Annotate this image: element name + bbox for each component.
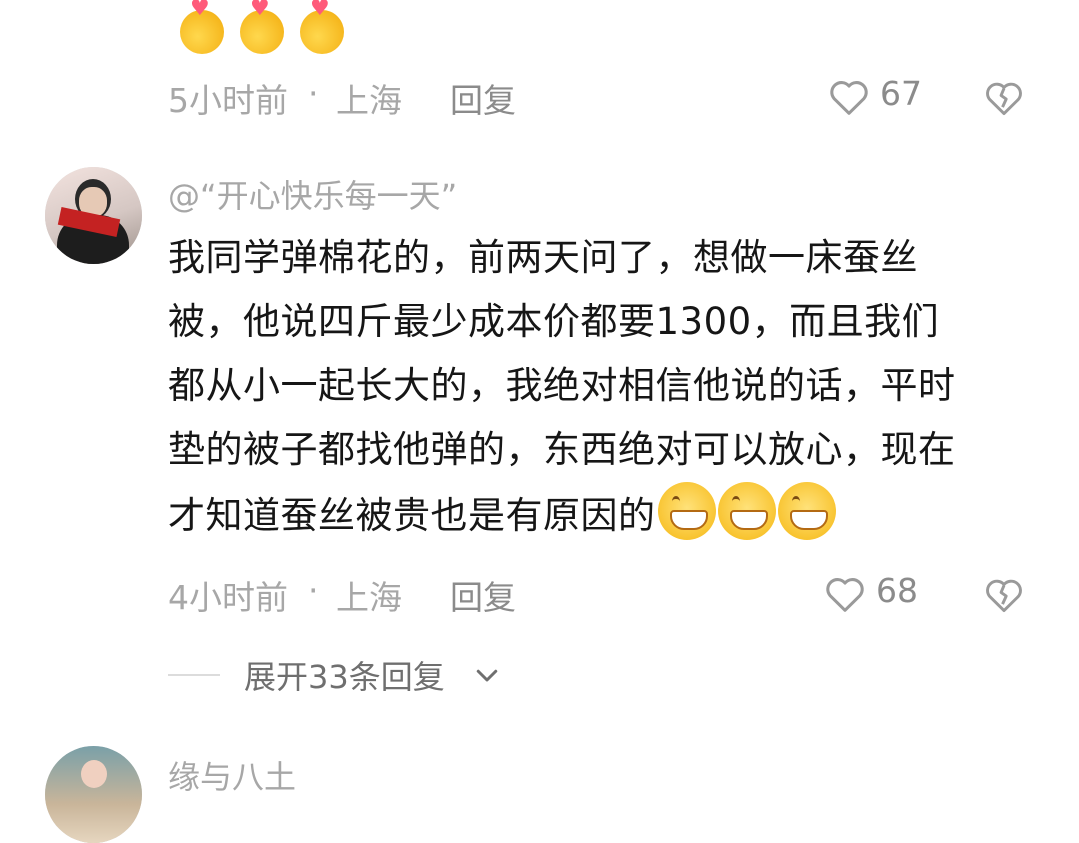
- comment-meta-row: 4小时前 · 上海 回复 68: [168, 571, 1068, 617]
- heart-hands-emoji: [240, 0, 284, 54]
- like-count: 68: [876, 571, 918, 610]
- comment-line: 才知道蚕丝被贵也是有原因的: [168, 494, 656, 537]
- comment-line-last: 才知道蚕丝被贵也是有原因的: [168, 482, 1048, 548]
- avatar[interactable]: [45, 167, 142, 264]
- grinning-emoji: [657, 482, 716, 540]
- broken-heart-icon[interactable]: [982, 573, 1026, 617]
- comment-location: 上海: [336, 578, 402, 617]
- heart-hands-emoji: [180, 0, 224, 54]
- like-count: 67: [880, 74, 922, 113]
- chevron-down-icon[interactable]: [472, 660, 502, 690]
- comment-mention[interactable]: @“开心快乐每一天”: [168, 171, 457, 217]
- comment-line: 被，他说四斤最少成本价都要1300，而且我们: [168, 300, 940, 343]
- emoji-row: [180, 0, 350, 60]
- comment-line: 垫的被子都找他弹的，东西绝对可以放心，现在: [168, 428, 956, 471]
- like-button[interactable]: 67: [826, 72, 936, 122]
- avatar[interactable]: [45, 746, 142, 843]
- heart-outline-icon: [830, 81, 868, 115]
- expand-replies-row[interactable]: 展开33条回复: [168, 652, 568, 698]
- expand-replies-label[interactable]: 展开33条回复: [244, 652, 445, 698]
- dot-separator: ·: [308, 74, 319, 113]
- reply-button[interactable]: 回复: [450, 571, 516, 619]
- grinning-emoji: [777, 482, 836, 540]
- comment-location: 上海: [336, 81, 402, 120]
- dot-separator: ·: [308, 571, 319, 610]
- comment-username[interactable]: 缘与八土: [168, 752, 296, 798]
- divider-line: [168, 674, 220, 676]
- comment-line: 都从小一起长大的，我绝对相信他说的话，平时: [168, 364, 956, 407]
- like-button[interactable]: 68: [822, 569, 932, 619]
- broken-heart-icon[interactable]: [982, 76, 1026, 120]
- comment-line: 我同学弹棉花的，前两天问了，想做一床蚕丝: [168, 236, 918, 279]
- heart-outline-icon: [826, 578, 864, 612]
- reply-button[interactable]: 回复: [450, 74, 516, 122]
- grinning-emoji: [717, 482, 776, 540]
- comment-time: 4小时前: [168, 578, 288, 617]
- comment-time: 5小时前: [168, 81, 288, 120]
- heart-hands-emoji: [300, 0, 344, 54]
- comment-body: 我同学弹棉花的，前两天问了，想做一床蚕丝 被，他说四斤最少成本价都要1300，而…: [168, 226, 1048, 548]
- comment-meta-row: 5小时前 · 上海 回复 67: [168, 74, 1068, 120]
